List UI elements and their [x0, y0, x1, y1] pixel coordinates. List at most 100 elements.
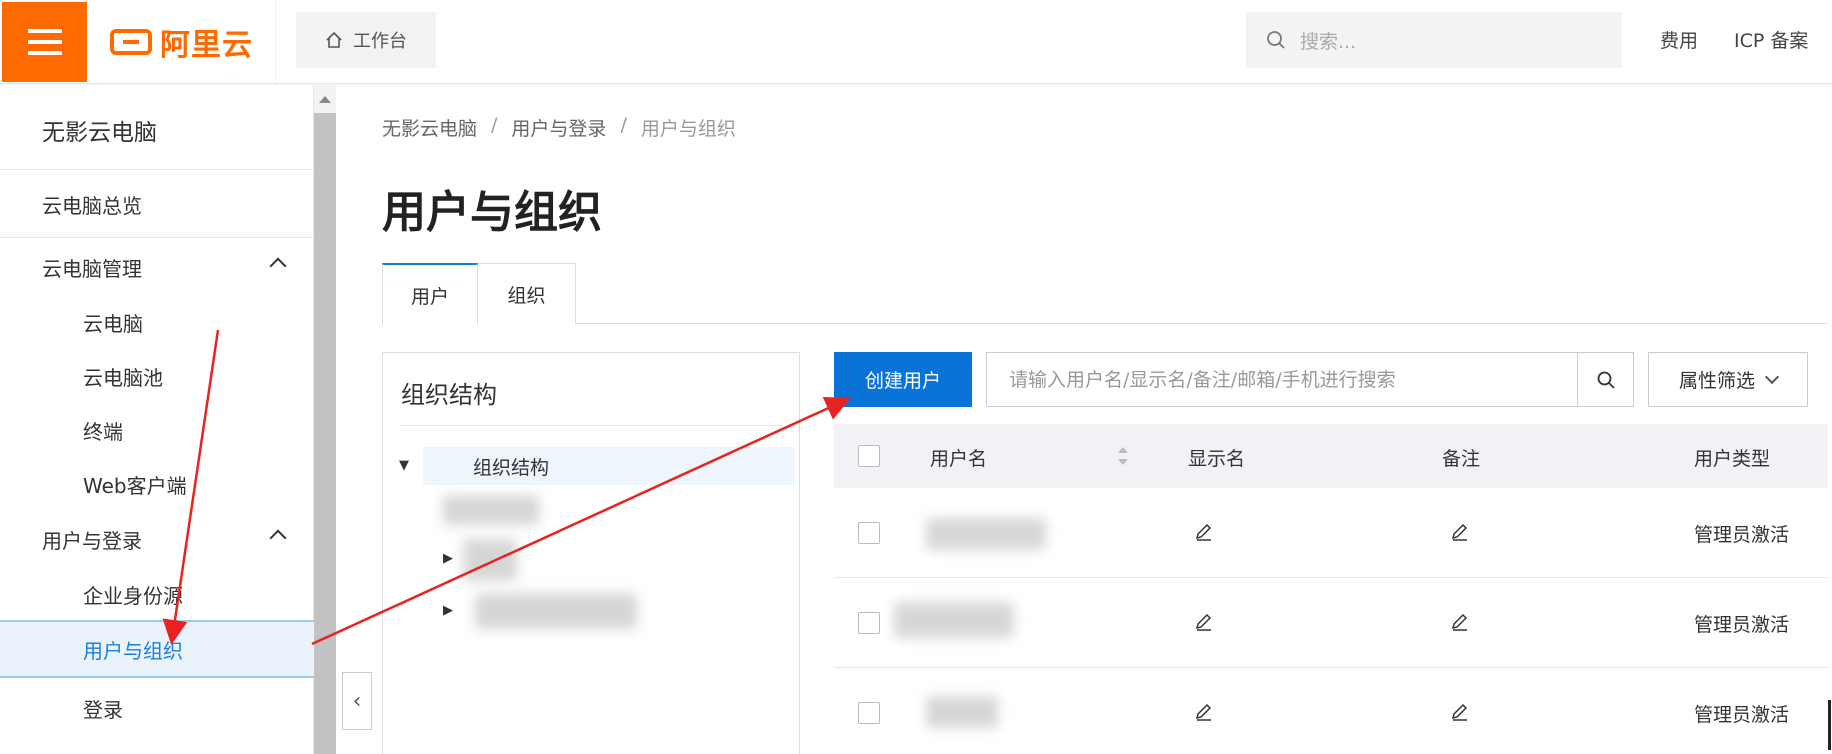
- org-structure-panel: 组织结构 组织结构 ▼ ▶ ▶: [382, 352, 800, 754]
- blurred-tree-node[interactable]: [463, 539, 517, 581]
- sidebar-item-label: 企业身份源: [83, 583, 183, 608]
- column-header-display-name: 显示名: [1188, 448, 1246, 470]
- sidebar-item-terminals[interactable]: 终端: [0, 403, 314, 457]
- blurred-username: [894, 602, 1014, 638]
- table-row[interactable]: 管理员激活: [834, 488, 1828, 578]
- scroll-up-arrow-icon[interactable]: [319, 96, 331, 103]
- search-icon: [1267, 31, 1285, 49]
- edit-icon[interactable]: [1194, 522, 1214, 542]
- tab-organizations[interactable]: 组织: [478, 263, 576, 324]
- breadcrumb: 无影云电脑 / 用户与登录 / 用户与组织: [382, 114, 736, 141]
- sidebar-item-desktop-pool[interactable]: 云电脑池: [0, 349, 314, 403]
- table-header: 用户名 显示名 备注 用户类型: [834, 424, 1828, 488]
- tree-node-root[interactable]: 组织结构: [423, 447, 795, 485]
- blurred-tree-node[interactable]: [443, 495, 539, 525]
- caret-down-icon[interactable]: ▼: [399, 458, 409, 473]
- attribute-filter-dropdown[interactable]: 属性筛选: [1648, 352, 1808, 407]
- edit-icon[interactable]: [1194, 612, 1214, 632]
- sidebar-item-label: 登录: [83, 697, 123, 722]
- sidebar: 无影云电脑 云电脑总览 云电脑管理 云电脑 云电脑池 终端 Web客户端 用户与…: [0, 85, 314, 754]
- brand-logo[interactable]: 阿里云: [88, 2, 276, 82]
- breadcrumb-item[interactable]: 无影云电脑: [382, 114, 477, 141]
- blurred-username: [926, 518, 1046, 550]
- column-header-remark: 备注: [1442, 448, 1481, 470]
- chevron-left-icon: ‹: [352, 688, 362, 714]
- sidebar-item-desktops[interactable]: 云电脑: [0, 295, 314, 349]
- sidebar-item-label: Web客户端: [83, 473, 187, 498]
- workbench-label: 工作台: [353, 31, 407, 52]
- breadcrumb-item[interactable]: 用户与登录: [511, 114, 606, 141]
- collapse-sidebar-button[interactable]: ‹: [342, 672, 372, 730]
- workbench-button[interactable]: 工作台: [296, 12, 436, 68]
- icp-filing-link[interactable]: ICP 备案: [1734, 26, 1808, 53]
- global-search-input[interactable]: 搜索...: [1246, 12, 1622, 68]
- edit-icon[interactable]: [1450, 522, 1470, 542]
- sidebar-item-web-client[interactable]: Web客户端: [0, 457, 314, 511]
- sidebar-item-identity-source[interactable]: 企业身份源: [0, 567, 314, 621]
- caret-right-icon[interactable]: ▶: [443, 603, 453, 618]
- row-checkbox[interactable]: [858, 522, 880, 544]
- user-type-cell: 管理员激活: [1694, 704, 1790, 726]
- sidebar-item-label: 终端: [83, 419, 123, 444]
- sidebar-divider: [0, 237, 314, 238]
- breadcrumb-current: 用户与组织: [640, 118, 736, 140]
- edit-icon[interactable]: [1194, 702, 1214, 722]
- chevron-up-icon: [269, 257, 287, 275]
- user-search-input[interactable]: [987, 353, 1577, 406]
- table-row[interactable]: 管理员激活: [834, 668, 1828, 754]
- sidebar-item-label: 用户与组织: [83, 638, 183, 663]
- sidebar-item-overview[interactable]: 云电脑总览: [0, 177, 314, 231]
- page-title: 用户与组织: [382, 187, 602, 238]
- aliyun-logo-icon: [110, 29, 152, 55]
- sidebar-item-users-login[interactable]: 用户与登录: [0, 512, 314, 566]
- chevron-up-icon: [269, 529, 287, 547]
- filter-label: 属性筛选: [1678, 370, 1755, 392]
- breadcrumb-separator: /: [491, 114, 498, 136]
- org-panel-title: 组织结构: [401, 381, 497, 409]
- row-checkbox[interactable]: [858, 702, 880, 724]
- sidebar-title: 无影云电脑: [42, 120, 157, 146]
- tab-label: 组织: [507, 284, 546, 307]
- user-search-box: [986, 352, 1634, 407]
- global-search-placeholder: 搜索...: [1300, 30, 1357, 53]
- search-icon: [1597, 371, 1615, 389]
- sort-icon[interactable]: [1116, 444, 1130, 468]
- row-checkbox[interactable]: [858, 612, 880, 634]
- sidebar-item-label: 云电脑总览: [42, 193, 142, 218]
- user-type-cell: 管理员激活: [1694, 524, 1790, 546]
- sidebar-item-label: 云电脑管理: [42, 256, 142, 281]
- chevron-down-icon: [1764, 369, 1780, 385]
- search-button[interactable]: [1577, 353, 1633, 406]
- brand-name: 阿里云: [160, 28, 253, 63]
- tab-users[interactable]: 用户: [382, 263, 478, 325]
- tab-label: 用户: [410, 285, 449, 308]
- select-all-checkbox[interactable]: [858, 445, 880, 467]
- blurred-tree-node[interactable]: [475, 593, 637, 629]
- home-icon: [326, 31, 342, 48]
- caret-right-icon[interactable]: ▶: [443, 551, 453, 566]
- create-user-button[interactable]: 创建用户: [834, 352, 972, 407]
- column-header-username[interactable]: 用户名: [930, 444, 987, 471]
- sidebar-item-login[interactable]: 登录: [0, 681, 314, 735]
- sidebar-item-label: 云电脑: [83, 311, 143, 336]
- edit-icon[interactable]: [1450, 702, 1470, 722]
- menu-icon[interactable]: [2, 2, 87, 82]
- sidebar-item-desktop-management[interactable]: 云电脑管理: [0, 240, 314, 294]
- sidebar-item-label: 云电脑池: [83, 365, 163, 390]
- sidebar-scroll-thumb[interactable]: [314, 113, 336, 754]
- sidebar-divider: [0, 169, 314, 170]
- table-row[interactable]: 管理员激活: [834, 578, 1828, 668]
- sidebar-item-users-orgs[interactable]: 用户与组织: [0, 620, 314, 678]
- window-edge: [1828, 700, 1831, 750]
- tree-node-label: 组织结构: [473, 456, 550, 479]
- org-panel-divider: [401, 425, 783, 426]
- user-type-cell: 管理员激活: [1694, 614, 1790, 636]
- blurred-username: [926, 696, 998, 728]
- sidebar-item-label: 用户与登录: [42, 528, 142, 553]
- tab-bar: 用户 组织: [382, 263, 1828, 325]
- column-header-user-type: 用户类型: [1694, 448, 1771, 470]
- billing-link[interactable]: 费用: [1660, 26, 1698, 53]
- edit-icon[interactable]: [1450, 612, 1470, 632]
- top-navigation-bar: 阿里云 工作台 搜索... 费用 ICP 备案: [0, 0, 1832, 84]
- breadcrumb-separator: /: [620, 114, 627, 136]
